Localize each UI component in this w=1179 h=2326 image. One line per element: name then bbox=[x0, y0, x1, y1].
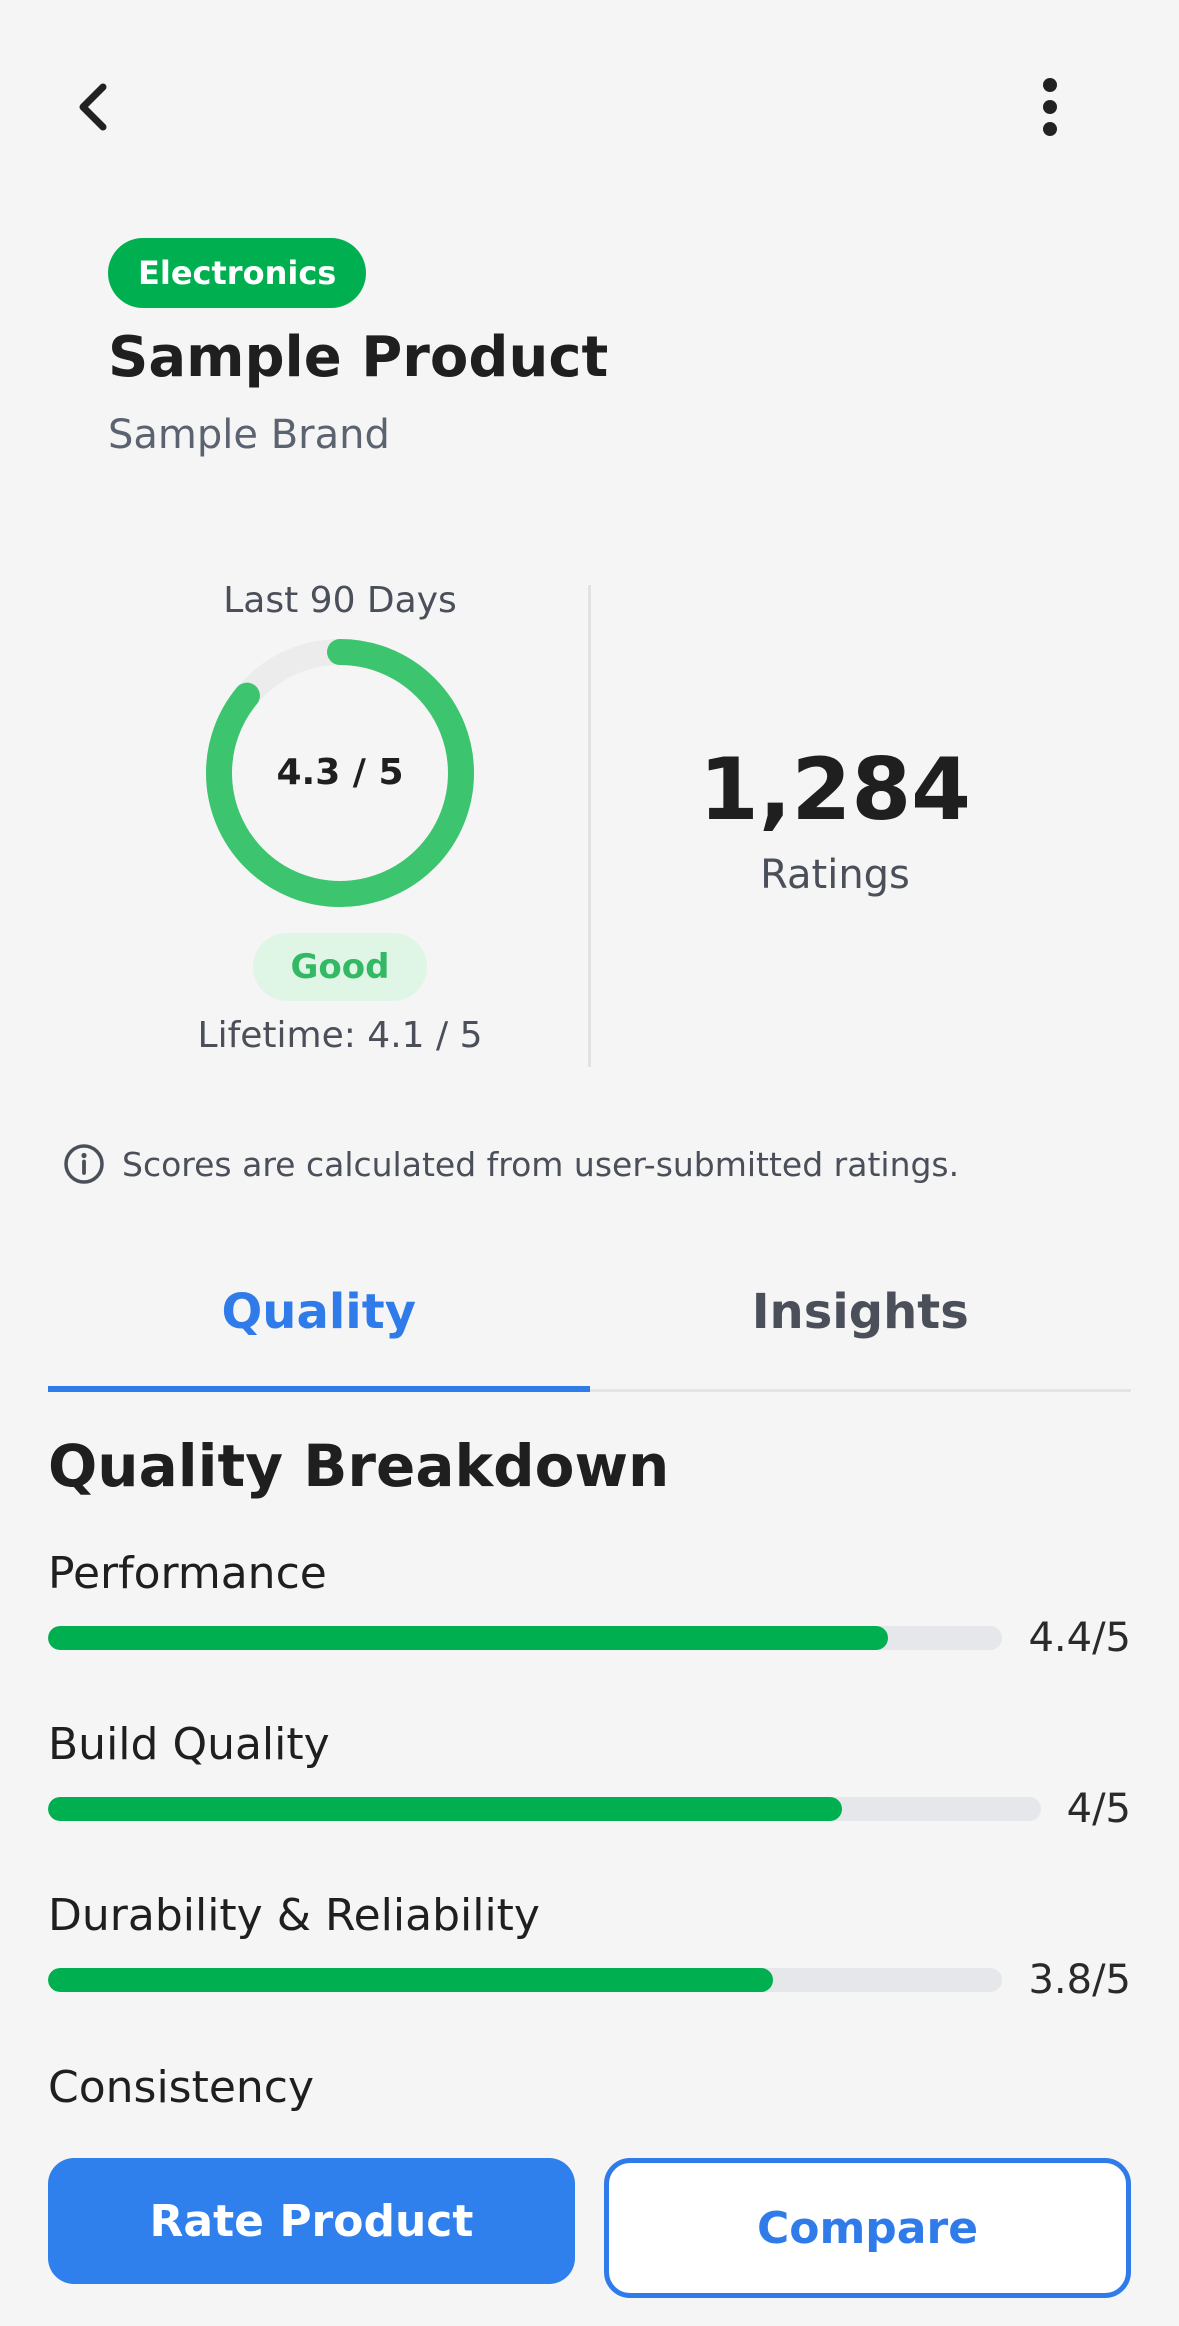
tab-insights[interactable]: Insights bbox=[590, 1240, 1132, 1389]
bottom-actions: Rate Product Compare bbox=[48, 2158, 1131, 2298]
metric-bar-fill bbox=[48, 1797, 843, 1821]
metric-name: Consistency bbox=[48, 2062, 315, 2113]
metric-build-quality: Build Quality 4/5 bbox=[48, 1719, 1131, 1832]
score-ring: 4.3 / 5 bbox=[200, 633, 480, 913]
divider bbox=[588, 585, 591, 1067]
metric-score: 4.4/5 bbox=[1028, 1615, 1131, 1661]
info-note: Scores are calculated from user-submitte… bbox=[62, 1142, 959, 1186]
metric-name: Performance bbox=[48, 1548, 327, 1599]
back-button[interactable] bbox=[48, 62, 138, 152]
metric-score: 3.8/5 bbox=[1028, 1957, 1131, 2003]
tab-quality[interactable]: Quality bbox=[48, 1240, 590, 1392]
more-vertical-icon bbox=[1043, 78, 1057, 136]
metric-name: Durability & Reliability bbox=[48, 1890, 540, 1941]
period-label: Last 90 Days bbox=[223, 580, 457, 621]
rate-product-button[interactable]: Rate Product bbox=[48, 2158, 575, 2284]
score-summary: Last 90 Days 4.3 / 5 Good Lifetime: 4.1 … bbox=[130, 580, 550, 1056]
category-badge: Electronics bbox=[108, 238, 367, 308]
metric-durability: Durability & Reliability 3.8/5 bbox=[48, 1890, 1131, 2003]
metric-bar-track bbox=[48, 1797, 1041, 1821]
score-value: 4.3 / 5 bbox=[276, 752, 404, 793]
product-rating-screen: Electronics Sample Product Sample Brand … bbox=[0, 0, 1179, 2326]
chevron-left-icon bbox=[79, 83, 107, 131]
info-circle-icon bbox=[64, 1144, 104, 1184]
metric-score: 4/5 bbox=[1066, 1786, 1131, 1832]
ratings-label: Ratings bbox=[760, 852, 910, 898]
metric-performance: Performance 4.4/5 bbox=[48, 1548, 1131, 1661]
product-name: Sample Product bbox=[108, 325, 609, 390]
metric-consistency: Consistency bbox=[48, 2062, 1131, 2113]
metric-bar-fill bbox=[48, 1968, 774, 1992]
ratings-count-block: 1,284 Ratings bbox=[640, 740, 1030, 898]
metric-bar-track bbox=[48, 1968, 1003, 1992]
rating-label-badge: Good bbox=[252, 933, 428, 1001]
section-title: Quality Breakdown bbox=[48, 1432, 670, 1500]
lifetime-score: Lifetime: 4.1 / 5 bbox=[197, 1015, 483, 1056]
brand-name: Sample Brand bbox=[108, 412, 390, 458]
metric-bar-fill bbox=[48, 1626, 888, 1650]
metric-name: Build Quality bbox=[48, 1719, 330, 1770]
compare-button[interactable]: Compare bbox=[604, 2158, 1131, 2298]
ratings-count: 1,284 bbox=[698, 740, 972, 840]
tab-bar: Quality Insights bbox=[48, 1240, 1131, 1392]
info-text: Scores are calculated from user-submitte… bbox=[122, 1144, 960, 1184]
more-options-button[interactable] bbox=[1005, 62, 1095, 152]
metric-bar-track bbox=[48, 1626, 1003, 1650]
